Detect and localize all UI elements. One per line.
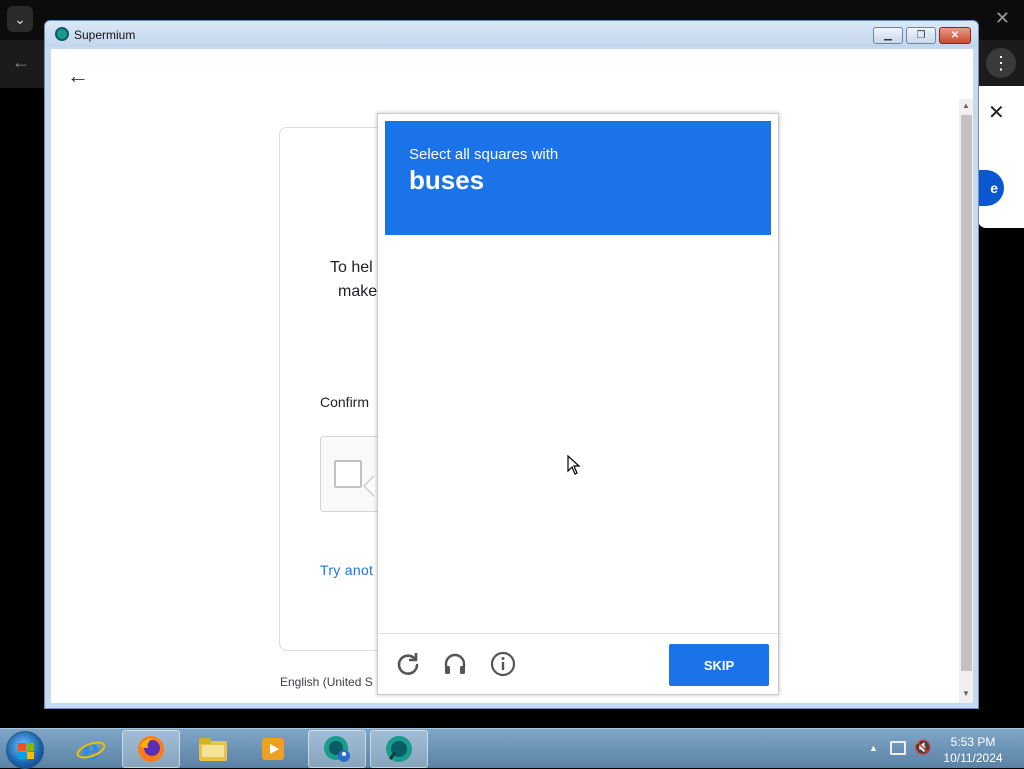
svg-text:e: e xyxy=(82,734,100,764)
captcha-image-area xyxy=(385,235,771,633)
captcha-target: buses xyxy=(409,165,485,195)
taskbar: e ▲ 🔇 5:53 PM 10/11/2024 xyxy=(0,728,1024,769)
scroll-up-icon[interactable]: ▲ xyxy=(962,101,970,110)
start-button[interactable] xyxy=(6,731,44,769)
window-title: Supermium xyxy=(74,28,136,42)
window-titlebar[interactable]: Supermium ▁ ❐ ✕ xyxy=(45,21,978,47)
media-player-icon[interactable] xyxy=(244,730,302,768)
back-arrow-icon[interactable]: ← xyxy=(67,63,89,89)
card-description-line1: To hel xyxy=(330,259,373,276)
headphones-icon[interactable] xyxy=(441,650,469,678)
background-back-arrow-icon[interactable]: ← xyxy=(12,52,30,73)
popup-window: Supermium ▁ ❐ ✕ ← To hel make Confirm Tr… xyxy=(44,20,979,709)
tray-expand-icon[interactable]: ▲ xyxy=(869,743,878,753)
window-content: ← To hel make Confirm Try anot English (… xyxy=(51,49,973,703)
scroll-down-icon[interactable]: ▼ xyxy=(962,689,970,698)
confirm-label: Confirm xyxy=(320,394,370,410)
mouse-cursor-icon xyxy=(567,454,581,480)
internet-explorer-icon[interactable]: e xyxy=(62,730,120,768)
try-another-way-link[interactable]: Try anot xyxy=(320,562,373,578)
supermium-app-icon xyxy=(55,27,69,41)
scroll-thumb[interactable] xyxy=(961,115,972,671)
close-button[interactable]: ✕ xyxy=(939,27,971,44)
captcha-footer: SKIP xyxy=(378,634,778,694)
side-panel-close-icon[interactable]: ✕ xyxy=(988,100,1005,125)
windows-logo-icon xyxy=(18,743,34,759)
recaptcha-checkbox[interactable] xyxy=(334,460,362,488)
captcha-challenge-popup: Select all squares with buses SKIP xyxy=(377,113,779,695)
captcha-header: Select all squares with buses xyxy=(385,121,771,235)
clock[interactable]: 5:53 PM 10/11/2024 xyxy=(936,734,1010,766)
tab-search-dropdown-icon[interactable]: ⌄ xyxy=(7,6,33,32)
volume-muted-icon[interactable]: 🔇 xyxy=(914,739,931,756)
clock-date: 10/11/2024 xyxy=(943,751,1003,765)
maximize-button[interactable]: ❐ xyxy=(906,27,936,44)
captcha-pointer-arrow-inner xyxy=(365,476,375,496)
clock-time: 5:53 PM xyxy=(950,735,996,749)
card-description-line2: make xyxy=(338,283,378,300)
file-explorer-icon[interactable] xyxy=(184,730,242,768)
info-icon[interactable] xyxy=(489,650,517,678)
skip-button[interactable]: SKIP xyxy=(669,644,769,686)
supermium-profile-icon[interactable] xyxy=(308,730,366,768)
background-menu-icon[interactable]: ⋮ xyxy=(986,48,1016,78)
background-close-icon[interactable]: ✕ xyxy=(995,8,1010,29)
network-icon[interactable] xyxy=(890,741,906,755)
captcha-instruction: Select all squares with xyxy=(409,146,559,163)
reload-icon[interactable] xyxy=(394,650,422,678)
vertical-scrollbar[interactable]: ▲ ▼ xyxy=(959,99,973,703)
language-selector[interactable]: English (United S xyxy=(280,675,373,689)
supermium-icon[interactable] xyxy=(370,730,428,768)
minimize-button[interactable]: ▁ xyxy=(873,27,903,44)
firefox-icon[interactable] xyxy=(122,730,180,768)
